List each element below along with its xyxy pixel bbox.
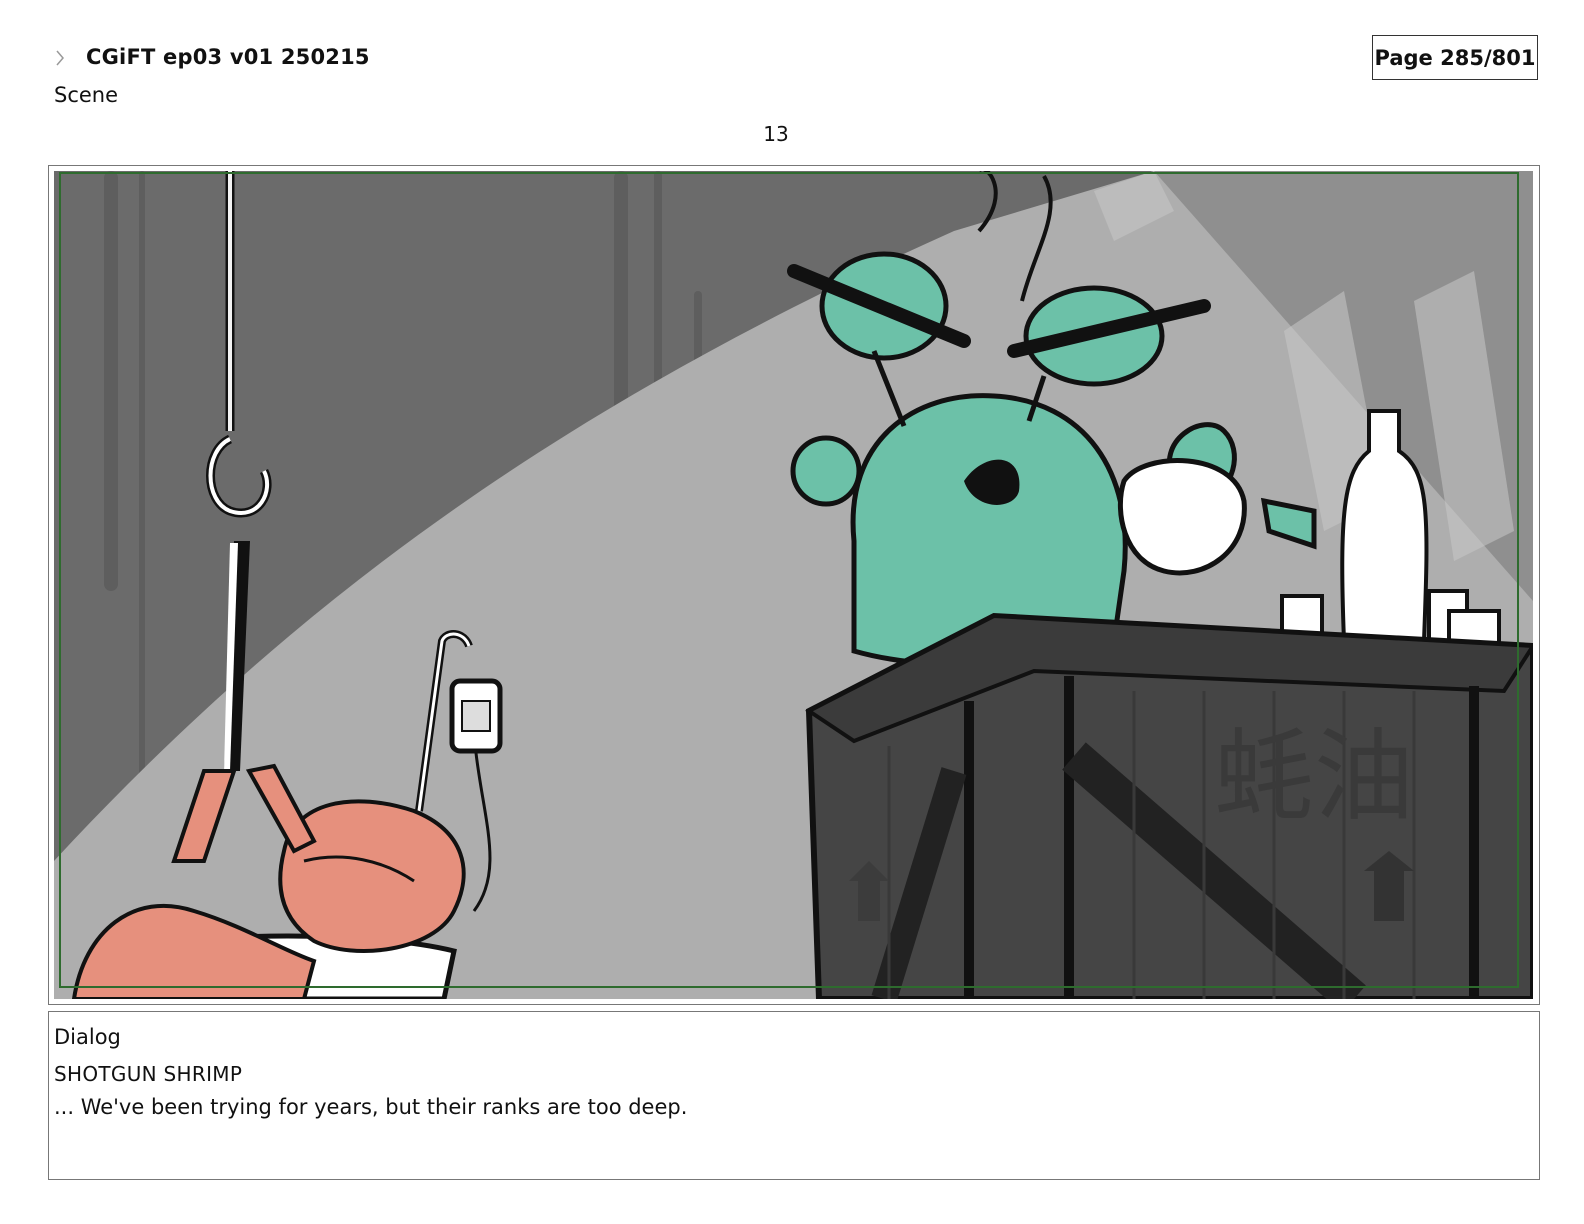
dialog-line: ... We've been trying for years, but the… [54, 1095, 688, 1119]
scene-number: 13 [763, 122, 789, 146]
page-indicator: Page 285/801 [1372, 35, 1538, 80]
dialog-speaker: SHOTGUN SHRIMP [54, 1062, 243, 1086]
dialog-label: Dialog [54, 1025, 121, 1049]
scene-label: Scene [54, 83, 119, 107]
document-title: CGiFT ep03 v01 250215 [86, 45, 370, 69]
panel-artwork: 蚝油 [54, 171, 1533, 999]
crate-marking: 蚝油 [1214, 718, 1414, 835]
page-marker-icon [56, 50, 64, 66]
storyboard-panel: 蚝油 [48, 165, 1540, 1005]
dialog-box: Dialog SHOTGUN SHRIMP ... We've been try… [48, 1011, 1540, 1180]
